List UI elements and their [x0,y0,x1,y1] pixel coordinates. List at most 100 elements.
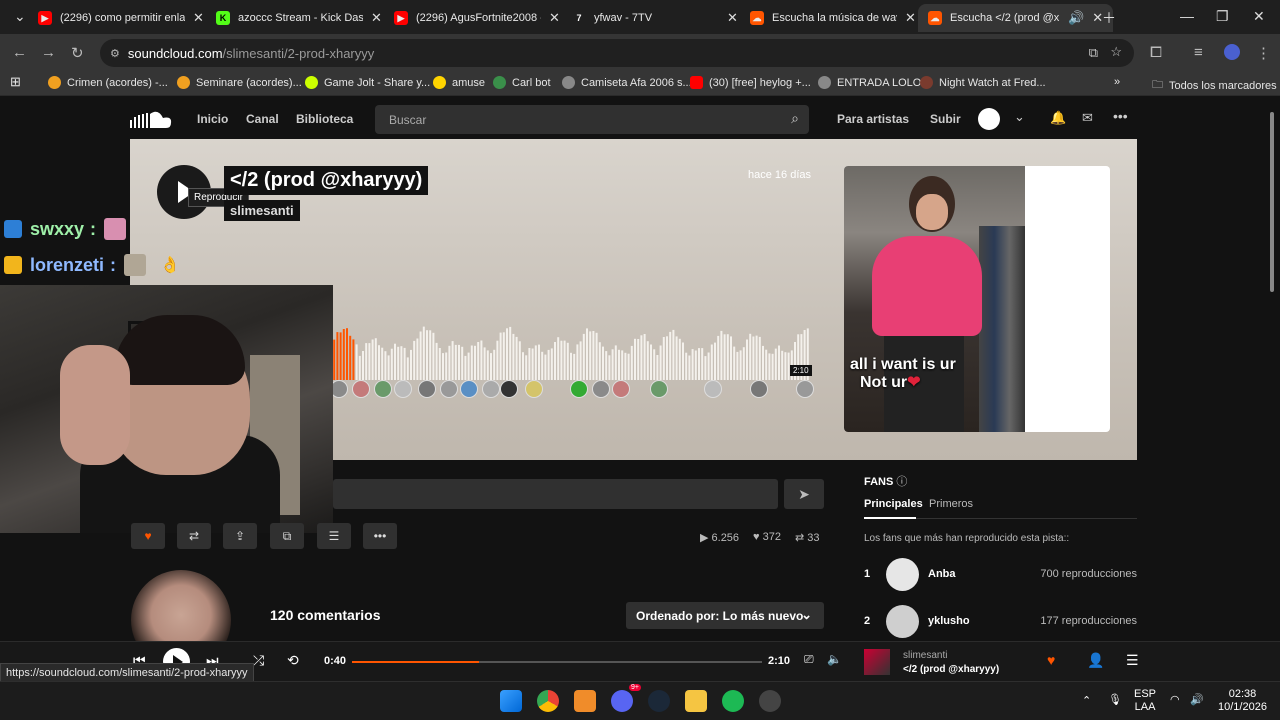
tab-first-fans[interactable]: Primeros [929,498,973,510]
close-tab-icon[interactable]: ✕ [727,10,738,26]
windows-start-icon[interactable] [500,690,522,712]
repeat-icon[interactable]: ⟲ [287,652,299,669]
like-button[interactable]: ♥ [131,523,165,549]
bookmark-item[interactable]: Night Watch at Fred... [920,76,1046,89]
info-icon[interactable]: ⓘ [896,476,907,488]
profile-avatar[interactable] [1224,44,1240,60]
scrollbar[interactable] [1268,100,1276,680]
queue-icon[interactable]: ☰ [1126,652,1139,669]
add-to-playlist-button[interactable]: ☰ [317,523,351,549]
cast-icon[interactable]: ⎚ [804,652,814,667]
wifi-icon[interactable]: ◠ [1170,693,1180,706]
comment-avatar[interactable] [592,380,610,398]
fan-row[interactable]: 2 yklusho 177 reproducciones [864,605,1137,639]
sort-dropdown[interactable]: Ordenado por: Lo más nuevo ⌄ [626,602,824,629]
comment-avatar[interactable] [650,380,668,398]
bookmark-item[interactable]: Carl bot [493,76,551,89]
close-tab-icon[interactable]: ✕ [193,10,204,26]
tab-soundcloud-active[interactable]: ☁ Escucha </2 (prod @xh 🔊 ✕ [918,4,1114,32]
all-bookmarks[interactable]: 🗀 Todos los marcadores [1152,76,1277,95]
comment-avatar[interactable] [460,380,478,398]
steam-icon[interactable] [648,690,670,712]
language-indicator[interactable]: ESP LAA [1134,688,1156,714]
bookmark-item[interactable]: Camiseta Afa 2006 s... [562,76,692,89]
like-icon[interactable]: ♥ [1047,652,1055,668]
bell-icon[interactable]: 🔔 [1050,110,1066,126]
more-bookmarks-icon[interactable]: » [1114,76,1120,88]
forward-icon[interactable]: → [41,44,56,61]
apps-grid-icon[interactable]: ⊞ [10,74,21,90]
now-playing-artwork[interactable] [864,649,890,675]
nav-home[interactable]: Inicio [197,112,228,126]
comment-avatar[interactable] [612,380,630,398]
comment-avatar[interactable] [704,380,722,398]
restore-icon[interactable]: ❐ [1216,8,1229,25]
search-input[interactable]: Buscar ⌕ [375,105,809,134]
install-app-icon[interactable]: ⧉ [1089,45,1098,61]
comment-avatar[interactable] [500,380,518,398]
obs-icon[interactable] [759,690,781,712]
comment-avatar[interactable] [440,380,458,398]
close-window-icon[interactable]: ✕ [1253,8,1265,25]
reload-icon[interactable]: ↻ [71,44,84,62]
now-playing-title[interactable]: </2 (prod @xharyyy) [903,664,999,675]
bookmark-star-icon[interactable]: ☆ [1110,44,1122,60]
fl-studio-icon[interactable] [574,690,596,712]
discord-icon[interactable]: 9+ [611,684,641,712]
progress-bar[interactable] [352,661,762,663]
extensions-icon[interactable]: ⧠ [1150,44,1162,61]
for-artists-link[interactable]: Para artistas [837,112,909,126]
search-icon[interactable]: ⌕ [791,110,799,127]
tab-7tv[interactable]: 7 yfwav - 7TV ✕ [572,4,738,32]
shuffle-icon[interactable]: ⤮ [253,652,264,669]
microphone-icon[interactable]: 🎙 [1108,693,1122,706]
tab-search-icon[interactable]: ⌄ [14,8,26,25]
nav-library[interactable]: Biblioteca [296,112,353,126]
comment-avatar[interactable] [525,380,543,398]
folder-icon[interactable] [685,690,707,712]
address-bar[interactable]: ⚙ soundcloud.com/slimesanti/2-prod-xhary… [100,39,1134,67]
upload-link[interactable]: Subir [930,112,961,126]
comment-avatar[interactable] [418,380,436,398]
comment-avatar[interactable] [570,380,588,398]
more-icon[interactable]: ••• [1113,108,1128,124]
now-playing-artist[interactable]: slimesanti [903,650,947,661]
soundcloud-logo-icon[interactable] [130,110,172,130]
follow-icon[interactable]: 👤 [1087,652,1104,669]
clock[interactable]: 02:38 10/1/2026 [1218,688,1267,714]
new-tab-icon[interactable]: ＋ [1102,8,1116,28]
bookmark-item[interactable]: Game Jolt - Share y... [305,76,430,89]
comment-avatar[interactable] [374,380,392,398]
repost-button[interactable]: ⇄ [177,523,211,549]
nav-feed[interactable]: Canal [246,112,279,126]
close-tab-icon[interactable]: ✕ [549,10,560,26]
chevron-down-icon[interactable]: ⌄ [1014,109,1025,125]
volume-icon[interactable]: 🔊 [1190,693,1204,706]
back-icon[interactable]: ← [12,44,27,61]
comment-avatar[interactable] [750,380,768,398]
comment-input[interactable] [333,479,778,509]
fan-avatar[interactable] [886,558,919,591]
user-avatar[interactable] [978,108,1000,130]
tray-chevron-icon[interactable]: ⌃ [1082,694,1091,707]
copy-link-button[interactable]: ⧉ [270,523,304,549]
tab-soundcloud-1[interactable]: ☁ Escucha la música de wav | ✕ [750,4,916,32]
tab-top-fans[interactable]: Principales [864,498,923,510]
tab-youtube-1[interactable]: ▶ (2296) como permitir enlac ✕ [38,4,204,32]
tab-kick[interactable]: K azoccc Stream - Kick Dasht ✕ [216,4,382,32]
close-tab-icon[interactable]: ✕ [371,10,382,26]
bookmark-item[interactable]: Seminare (acordes)... [177,76,302,89]
spotify-icon[interactable] [722,690,744,712]
bookmark-item[interactable]: ENTRADA LOLO [818,76,921,89]
artist-name[interactable]: slimesanti [224,200,300,221]
bookmark-item[interactable]: (30) [free] heylog +... [690,76,811,89]
comment-avatar[interactable] [394,380,412,398]
comment-avatar[interactable] [796,380,814,398]
fan-row[interactable]: 1 Anba 700 reproducciones [864,558,1137,592]
fan-avatar[interactable] [886,605,919,638]
comment-avatar[interactable] [352,380,370,398]
bookmark-item[interactable]: amuse [433,76,485,89]
media-control-icon[interactable]: ≡ [1194,44,1203,61]
site-info-icon[interactable]: ⚙ [110,47,120,60]
menu-icon[interactable]: ⋮ [1256,44,1271,62]
